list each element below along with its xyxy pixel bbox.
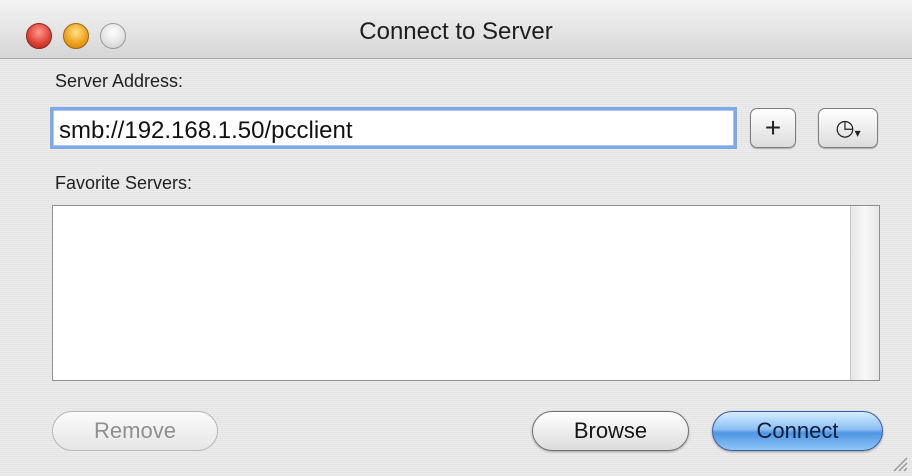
- clock-icon: ◷: [835, 115, 855, 140]
- server-address-input[interactable]: [50, 107, 737, 149]
- list-scrollbar[interactable]: [850, 206, 879, 380]
- plus-icon: +: [764, 112, 782, 143]
- connect-to-server-window: Connect to Server Server Address: + ◷ ▾ …: [0, 0, 912, 476]
- window-title: Connect to Server: [359, 18, 553, 45]
- connect-button[interactable]: Connect: [712, 411, 883, 451]
- browse-button[interactable]: Browse: [532, 411, 689, 451]
- favorite-servers-list[interactable]: [52, 205, 880, 381]
- favorite-servers-label: Favorite Servers:: [55, 173, 193, 193]
- remove-button[interactable]: Remove: [52, 411, 218, 451]
- title-bar[interactable]: Connect to Server: [0, 0, 912, 59]
- resize-grip-icon[interactable]: [890, 454, 908, 472]
- recent-servers-button[interactable]: ◷ ▾: [818, 108, 878, 148]
- server-address-label: Server Address:: [55, 71, 184, 91]
- chevron-down-icon: ▾: [854, 126, 861, 140]
- add-favorite-button[interactable]: +: [750, 108, 796, 148]
